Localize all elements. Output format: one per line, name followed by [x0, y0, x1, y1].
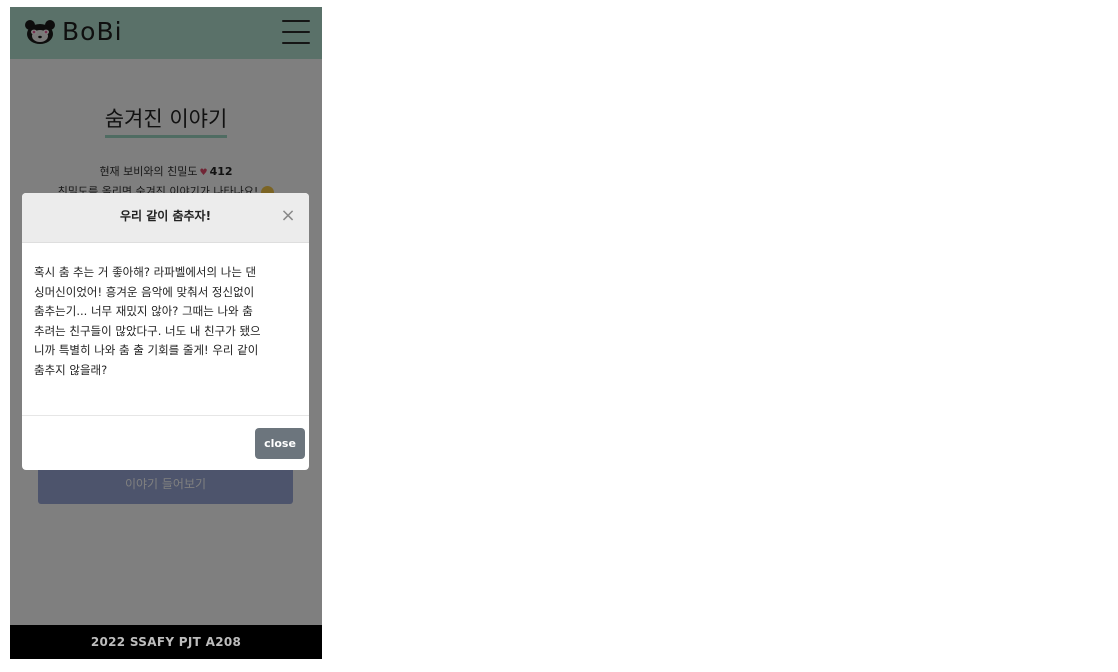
- modal-text-line: 춤추지 않을래?: [34, 362, 108, 377]
- modal-title: 우리 같이 춤추자!: [119, 209, 212, 223]
- app-viewport: BoBi 숨겨진 이야기 현재 보비와의 친밀도♥412 친밀도를 올리면 숨겨…: [10, 7, 322, 659]
- close-icon[interactable]: ×: [277, 205, 299, 227]
- story-modal: 우리 같이 춤추자! × 혹시 춤 추는 거 좋아해? 라파벨에서의 나는 댄 …: [22, 193, 309, 470]
- modal-text-line: 추려는 친구들이 많았다구. 너도 내 친구가 됐으: [34, 323, 261, 338]
- modal-footer: close: [22, 416, 309, 470]
- modal-text-line: 춤추는기... 너무 재밌지 않아? 그때는 나와 춤: [34, 304, 253, 318]
- modal-text-line: 니까 특별히 나와 춤 출 기회를 줄게! 우리 같이: [34, 343, 259, 357]
- modal-text-line: 혹시 춤 추는 거 좋아해? 라파벨에서의 나는 댄: [34, 265, 257, 279]
- modal-body: 혹시 춤 추는 거 좋아해? 라파벨에서의 나는 댄 싱머신이었어! 흥겨운 음…: [22, 243, 309, 416]
- close-button[interactable]: close: [255, 428, 305, 459]
- modal-text: 혹시 춤 추는 거 좋아해? 라파벨에서의 나는 댄 싱머신이었어! 흥겨운 음…: [34, 263, 298, 380]
- footer: 2022 SSAFY PJT A208: [10, 625, 322, 659]
- modal-header: 우리 같이 춤추자! ×: [22, 193, 309, 243]
- modal-text-line: 싱머신이었어! 흥겨운 음악에 맞춰서 정신없이: [34, 284, 255, 299]
